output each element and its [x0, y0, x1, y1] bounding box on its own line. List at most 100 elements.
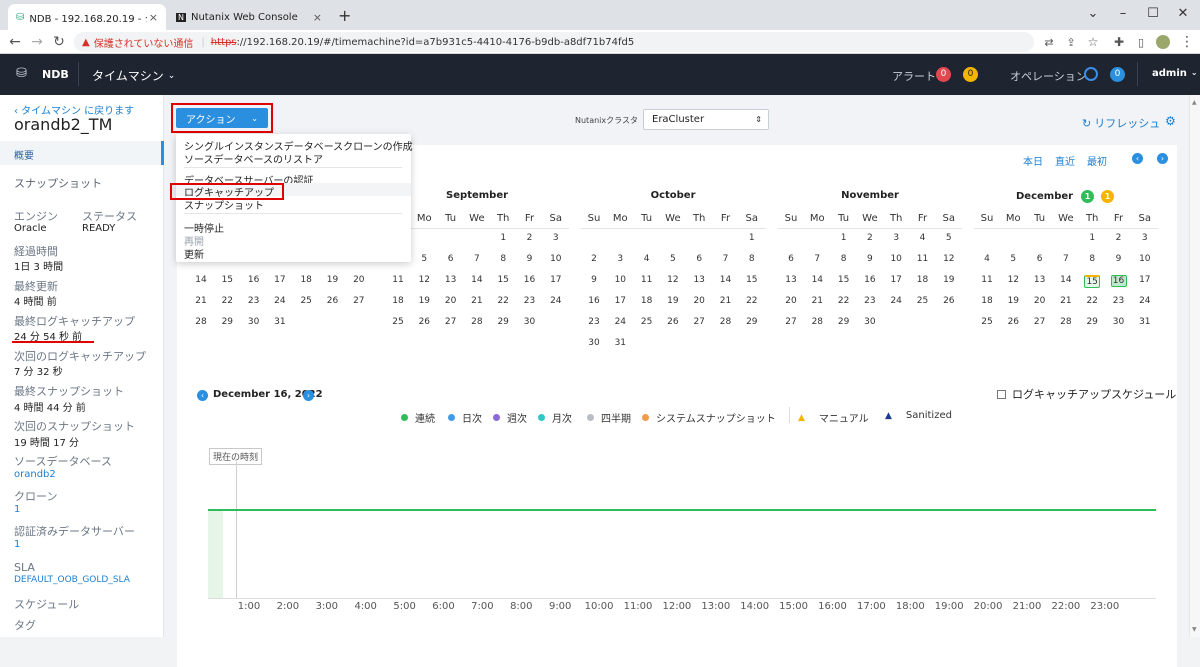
- calendar-day[interactable]: 1: [739, 233, 765, 243]
- calendar-day[interactable]: 10: [543, 254, 569, 264]
- calendar-day[interactable]: 9: [581, 275, 607, 285]
- calendar-day[interactable]: 3: [607, 254, 633, 264]
- calendar-day[interactable]: 15: [1084, 275, 1101, 288]
- calendar-day[interactable]: 18: [974, 296, 1000, 306]
- calendar-day[interactable]: 19: [936, 275, 962, 285]
- calendar-day[interactable]: 23: [241, 296, 267, 306]
- calendar-day[interactable]: 6: [438, 254, 464, 264]
- reload-icon[interactable]: ↻: [50, 33, 68, 51]
- prev-month-icon[interactable]: ‹: [1132, 153, 1143, 164]
- action-button[interactable]: アクション ⌄: [176, 108, 268, 128]
- calendar-day[interactable]: 26: [320, 296, 346, 306]
- calendar-day[interactable]: 19: [411, 296, 437, 306]
- sidepanel-icon[interactable]: ▯: [1132, 33, 1150, 51]
- operations-label[interactable]: オペレーション: [1010, 68, 1087, 84]
- calendar-day[interactable]: 2: [1106, 233, 1132, 243]
- calendar-day[interactable]: 11: [634, 275, 660, 285]
- calendar-day[interactable]: 27: [346, 296, 372, 306]
- calendar-day[interactable]: 16: [581, 296, 607, 306]
- calendar-day[interactable]: 6: [778, 254, 804, 264]
- calendar-day[interactable]: 21: [1053, 296, 1079, 306]
- calendar-day[interactable]: 26: [660, 317, 686, 327]
- calendar-day[interactable]: 9: [517, 254, 543, 264]
- browser-tab-ndb[interactable]: ⛁ NDB - 192.168.20.19 - タイムマシン ×: [8, 4, 166, 30]
- calendar-day[interactable]: 7: [804, 254, 830, 264]
- close-icon[interactable]: ×: [149, 11, 158, 24]
- calendar-day[interactable]: 26: [936, 296, 962, 306]
- calendar-day[interactable]: 15: [831, 275, 857, 285]
- calendar-day[interactable]: 18: [385, 296, 411, 306]
- calendar-day[interactable]: 7: [1053, 254, 1079, 264]
- calendar-day[interactable]: 1: [490, 233, 516, 243]
- recent-link[interactable]: 直近: [1055, 153, 1075, 168]
- calendar-day[interactable]: 2: [857, 233, 883, 243]
- cluster-select[interactable]: EraCluster ⇕: [643, 109, 769, 130]
- calendar-day[interactable]: 31: [607, 338, 633, 348]
- calendar-day[interactable]: 21: [713, 296, 739, 306]
- calendar-day[interactable]: 8: [490, 254, 516, 264]
- calendar-day[interactable]: 20: [778, 296, 804, 306]
- calendar-day[interactable]: 26: [411, 317, 437, 327]
- source-database-link[interactable]: orandb2: [14, 469, 56, 480]
- first-link[interactable]: 最初: [1087, 153, 1107, 168]
- calendar-day[interactable]: 23: [1106, 296, 1132, 306]
- calendar-day[interactable]: 17: [607, 296, 633, 306]
- calendar-day[interactable]: 24: [543, 296, 569, 306]
- calendar-day[interactable]: 8: [831, 254, 857, 264]
- calendar-day[interactable]: 25: [385, 317, 411, 327]
- calendar-day[interactable]: 1: [1079, 233, 1105, 243]
- calendar-day[interactable]: 11: [385, 275, 411, 285]
- calendar-day[interactable]: 20: [686, 296, 712, 306]
- calendar-day[interactable]: 12: [936, 254, 962, 264]
- calendar-day[interactable]: 12: [1000, 275, 1026, 285]
- calendar-day[interactable]: 24: [607, 317, 633, 327]
- calendar-day[interactable]: 29: [214, 317, 240, 327]
- operations-badge[interactable]: 0: [1110, 67, 1125, 82]
- new-tab-icon[interactable]: +: [338, 6, 351, 25]
- calendar-day[interactable]: 8: [1079, 254, 1105, 264]
- calendar-day[interactable]: 26: [1000, 317, 1026, 327]
- calendar-day[interactable]: 31: [267, 317, 293, 327]
- url-omnibox[interactable]: ▲ 保護されていない通信 | https ://192.168.20.19/#/…: [74, 32, 1034, 52]
- calendar-day[interactable]: 24: [883, 296, 909, 306]
- alerts-critical-badge[interactable]: 0: [936, 67, 951, 82]
- calendar-day[interactable]: 29: [1079, 317, 1105, 327]
- calendar-day[interactable]: 14: [713, 275, 739, 285]
- app-logo[interactable]: NDB: [42, 68, 69, 81]
- calendar-day[interactable]: 22: [214, 296, 240, 306]
- calendar-day[interactable]: 10: [883, 254, 909, 264]
- calendar-day[interactable]: 30: [517, 317, 543, 327]
- calendar-day[interactable]: 28: [713, 317, 739, 327]
- calendar-day[interactable]: 27: [438, 317, 464, 327]
- insecure-label[interactable]: 保護されていない通信: [94, 35, 194, 50]
- clones-link[interactable]: 1: [14, 504, 20, 515]
- calendar-day[interactable]: 10: [1132, 254, 1158, 264]
- calendar-day[interactable]: 29: [831, 317, 857, 327]
- calendar-day[interactable]: 11: [910, 254, 936, 264]
- calendar-day[interactable]: 8: [739, 254, 765, 264]
- calendar-day[interactable]: 19: [660, 296, 686, 306]
- calendar-day[interactable]: 29: [490, 317, 516, 327]
- calendar-day[interactable]: 30: [241, 317, 267, 327]
- page-scrollbar[interactable]: ▲ ▼: [1189, 95, 1200, 637]
- calendar-day[interactable]: 17: [543, 275, 569, 285]
- calendar-day[interactable]: 27: [686, 317, 712, 327]
- calendar-day[interactable]: 10: [607, 275, 633, 285]
- calendar-day[interactable]: 12: [411, 275, 437, 285]
- calendar-day[interactable]: 4: [974, 254, 1000, 264]
- calendar-day[interactable]: 29: [739, 317, 765, 327]
- calendar-day[interactable]: 3: [543, 233, 569, 243]
- calendar-day[interactable]: 4: [910, 233, 936, 243]
- calendar-day[interactable]: 13: [1027, 275, 1053, 285]
- calendar-day[interactable]: 31: [1132, 317, 1158, 327]
- calendar-day[interactable]: 20: [346, 275, 372, 285]
- calendar-day[interactable]: 20: [438, 296, 464, 306]
- calendar-day[interactable]: 14: [188, 275, 214, 285]
- calendar-day[interactable]: 2: [517, 233, 543, 243]
- menu-dots-icon[interactable]: ⋮: [1178, 33, 1196, 51]
- calendar-day[interactable]: 27: [778, 317, 804, 327]
- extensions-icon[interactable]: ✚: [1110, 33, 1128, 51]
- menu-item-update[interactable]: 更新: [184, 246, 204, 261]
- sidebar-item-snapshots[interactable]: スナップショット: [0, 173, 164, 197]
- maximize-icon[interactable]: ☐: [1138, 2, 1168, 24]
